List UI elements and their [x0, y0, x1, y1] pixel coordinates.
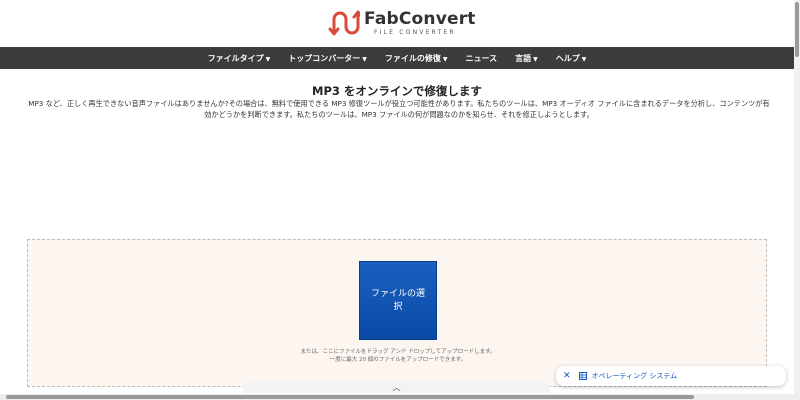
- nav-item-help[interactable]: ヘルプ ▼: [547, 53, 596, 64]
- drop-hint-line: または、ここにファイルをドラッグ アンド ドロップしてアップロードします。: [300, 349, 496, 355]
- brand-name: FabConvert: [364, 8, 476, 29]
- main-nav: ファイルタイプ ▼ トップコンバーター ▼ ファイルの修復 ▼ ニュース 言語 ▼ ヘル…: [0, 47, 794, 69]
- nav-item-news[interactable]: ニュース: [457, 53, 507, 64]
- nav-item-file-repair[interactable]: ファイルの修復 ▼: [376, 53, 457, 64]
- close-icon[interactable]: ✕: [563, 371, 571, 381]
- chevron-down-icon: ▼: [265, 55, 271, 63]
- nav-item-top-converters[interactable]: トップコンバーター ▼: [279, 53, 376, 64]
- drop-hint: または、ここにファイルをドラッグ アンド ドロップしてアップロードします。 一度…: [28, 348, 768, 364]
- brand-logo[interactable]: FabConvert FILE CONVERTER: [328, 9, 476, 37]
- os-toast-label: オペレーティング システム: [591, 372, 678, 380]
- intro-text: MP3 など、正しく再生できない音声ファイルはありませんか?その場合は、無料で使…: [28, 99, 770, 119]
- choose-file-button[interactable]: ファイルの選択: [359, 261, 437, 340]
- chevron-down-icon: ▼: [362, 55, 367, 63]
- chevron-down-icon: ▼: [533, 55, 538, 63]
- site-header: FabConvert FILE CONVERTER: [0, 0, 794, 47]
- grid-icon: [578, 372, 587, 380]
- horizontal-scroll-thumb[interactable]: [6, 395, 694, 399]
- vertical-scroll-thumb[interactable]: [795, 2, 799, 57]
- page-title: MP3 をオンラインで修復します: [312, 84, 482, 98]
- nav-item-file-types[interactable]: ファイルタイプ ▼: [199, 53, 280, 64]
- vertical-scrollbar[interactable]: [794, 0, 800, 400]
- chevron-up-icon: ︿: [392, 382, 401, 392]
- upload-limit-line: 一度に最大 20 個のファイルをアップロードできます。: [329, 357, 467, 363]
- chevron-down-icon: ▼: [442, 55, 448, 63]
- horizontal-scrollbar[interactable]: [0, 394, 800, 400]
- brand-tagline: FILE CONVERTER: [374, 28, 456, 36]
- chevron-down-icon: ▼: [581, 55, 587, 63]
- nav-item-language[interactable]: 言語 ▼: [506, 53, 547, 64]
- os-toast[interactable]: ✕ オペレーティング システム: [556, 366, 786, 386]
- file-drop-zone[interactable]: ファイルの選択 または、ここにファイルをドラッグ アンド ドロップしてアップロー…: [27, 239, 767, 387]
- logo-arrows-icon: [328, 10, 360, 36]
- collapse-tab[interactable]: ︿: [243, 381, 550, 393]
